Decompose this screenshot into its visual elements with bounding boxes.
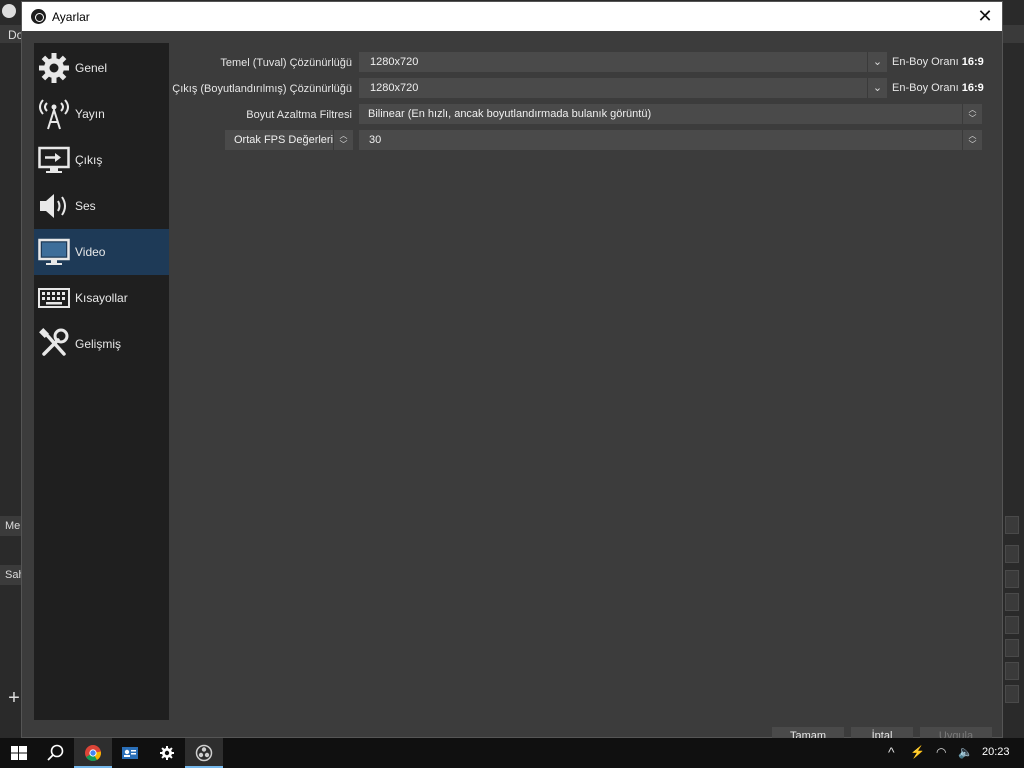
taskbar-chrome[interactable] bbox=[74, 738, 112, 768]
sidebar-item-advanced[interactable]: Gelişmiş bbox=[34, 321, 169, 367]
chevron-down-icon[interactable]: ⌄ bbox=[867, 78, 887, 98]
downscale-filter-label: Boyut Azaltma Filtresi bbox=[246, 109, 352, 121]
settings-dialog: Ayarlar ✕ Genel Yayın Çıkış Ses Video Kı… bbox=[21, 1, 1003, 741]
tools-icon bbox=[39, 328, 69, 356]
dock-button[interactable] bbox=[1005, 593, 1019, 611]
sidebar-item-output[interactable]: Çıkış bbox=[34, 137, 169, 183]
dock-button[interactable] bbox=[1005, 685, 1019, 703]
output-resolution-combo[interactable]: 1280x720 bbox=[359, 78, 867, 98]
chrome-icon bbox=[85, 745, 102, 761]
taskbar-obs[interactable] bbox=[185, 738, 223, 768]
output-resolution-label: Çıkış (Boyutlandırılmış) Çözünürlüğü bbox=[172, 83, 352, 95]
contact-card-icon bbox=[122, 747, 138, 759]
output-monitor-icon bbox=[38, 146, 70, 173]
dialog-title: Ayarlar bbox=[52, 10, 90, 24]
aspect-value: 16:9 bbox=[961, 82, 984, 94]
select-updown-icon[interactable]: ︿ ﹀ bbox=[962, 104, 982, 124]
dock-button[interactable] bbox=[1005, 662, 1019, 680]
windows-start-icon bbox=[11, 746, 27, 760]
select-updown-icon[interactable]: ︿ ﹀ bbox=[962, 130, 982, 150]
chevron-up-icon[interactable]: ^ bbox=[888, 744, 895, 760]
keyboard-icon bbox=[38, 288, 70, 308]
output-aspect-ratio: En-Boy Oranı 16:9 bbox=[892, 82, 984, 94]
sidebar-item-video[interactable]: Video bbox=[34, 229, 169, 275]
fps-type-select[interactable]: Ortak FPS Değerleri bbox=[225, 130, 333, 150]
select-updown-icon[interactable]: ︿ ﹀ bbox=[333, 130, 353, 150]
speaker-icon bbox=[40, 194, 66, 218]
base-resolution-combo[interactable]: 1280x720 bbox=[359, 52, 867, 72]
taskbar-contacts[interactable] bbox=[111, 738, 149, 768]
dock-button[interactable] bbox=[1005, 616, 1019, 634]
volume-icon[interactable]: 🔈 bbox=[958, 745, 973, 759]
sidebar-item-label: Yayın bbox=[75, 107, 105, 121]
aspect-label: En-Boy Oranı bbox=[892, 82, 959, 94]
chevron-down-icon[interactable]: ⌄ bbox=[867, 52, 887, 72]
sidebar-item-general[interactable]: Genel bbox=[34, 45, 169, 91]
sidebar-item-label: Video bbox=[75, 245, 106, 259]
sidebar-item-stream[interactable]: Yayın bbox=[34, 91, 169, 137]
gear-icon bbox=[39, 53, 69, 83]
close-icon[interactable]: ✕ bbox=[968, 2, 1002, 31]
taskbar: ^ ⚡ ◠ 🔈 20:23 bbox=[0, 738, 1024, 768]
base-aspect-ratio: En-Boy Oranı 16:9 bbox=[892, 56, 984, 68]
power-plug-icon[interactable]: ⚡ bbox=[910, 745, 925, 759]
monitor-icon bbox=[38, 238, 70, 265]
taskbar-settings[interactable] bbox=[148, 738, 186, 768]
obs-logo-icon bbox=[2, 4, 16, 18]
dock-title-scenes: Sah bbox=[0, 565, 22, 585]
aspect-label: En-Boy Oranı bbox=[892, 56, 959, 68]
wifi-icon[interactable]: ◠ bbox=[936, 745, 946, 759]
search-button[interactable] bbox=[36, 738, 74, 768]
settings-icon bbox=[160, 746, 174, 760]
sidebar-item-label: Genel bbox=[75, 61, 108, 75]
settings-sidebar: Genel Yayın Çıkış Ses Video Kısayollar G… bbox=[34, 43, 169, 720]
dock-float-icon[interactable] bbox=[1005, 545, 1019, 563]
sidebar-item-label: Kısayollar bbox=[75, 291, 128, 305]
taskbar-clock[interactable]: 20:23 bbox=[982, 746, 1010, 758]
sidebar-item-hotkeys[interactable]: Kısayollar bbox=[34, 275, 169, 321]
base-resolution-label: Temel (Tuval) Çözünürlüğü bbox=[220, 57, 352, 69]
downscale-filter-select[interactable]: Bilinear (En hızlı, ancak boyutlandırmad… bbox=[359, 104, 962, 124]
search-icon bbox=[47, 744, 64, 761]
sidebar-item-label: Gelişmiş bbox=[75, 337, 122, 351]
aspect-value: 16:9 bbox=[961, 56, 984, 68]
start-button[interactable] bbox=[0, 738, 38, 768]
broadcast-antenna-icon bbox=[39, 99, 69, 130]
dock-button[interactable] bbox=[1005, 570, 1019, 588]
obs-logo-icon bbox=[31, 9, 46, 24]
fps-value-select[interactable]: 30 bbox=[359, 130, 962, 150]
sidebar-item-label: Çıkış bbox=[75, 153, 103, 167]
dialog-titlebar: Ayarlar ✕ bbox=[22, 2, 1002, 31]
sidebar-item-audio[interactable]: Ses bbox=[34, 183, 169, 229]
obs-icon bbox=[195, 744, 213, 762]
dock-button[interactable] bbox=[1005, 639, 1019, 657]
sidebar-item-label: Ses bbox=[75, 199, 96, 213]
dock-panel bbox=[1005, 516, 1019, 534]
dock-title-media: Me bbox=[0, 516, 22, 536]
